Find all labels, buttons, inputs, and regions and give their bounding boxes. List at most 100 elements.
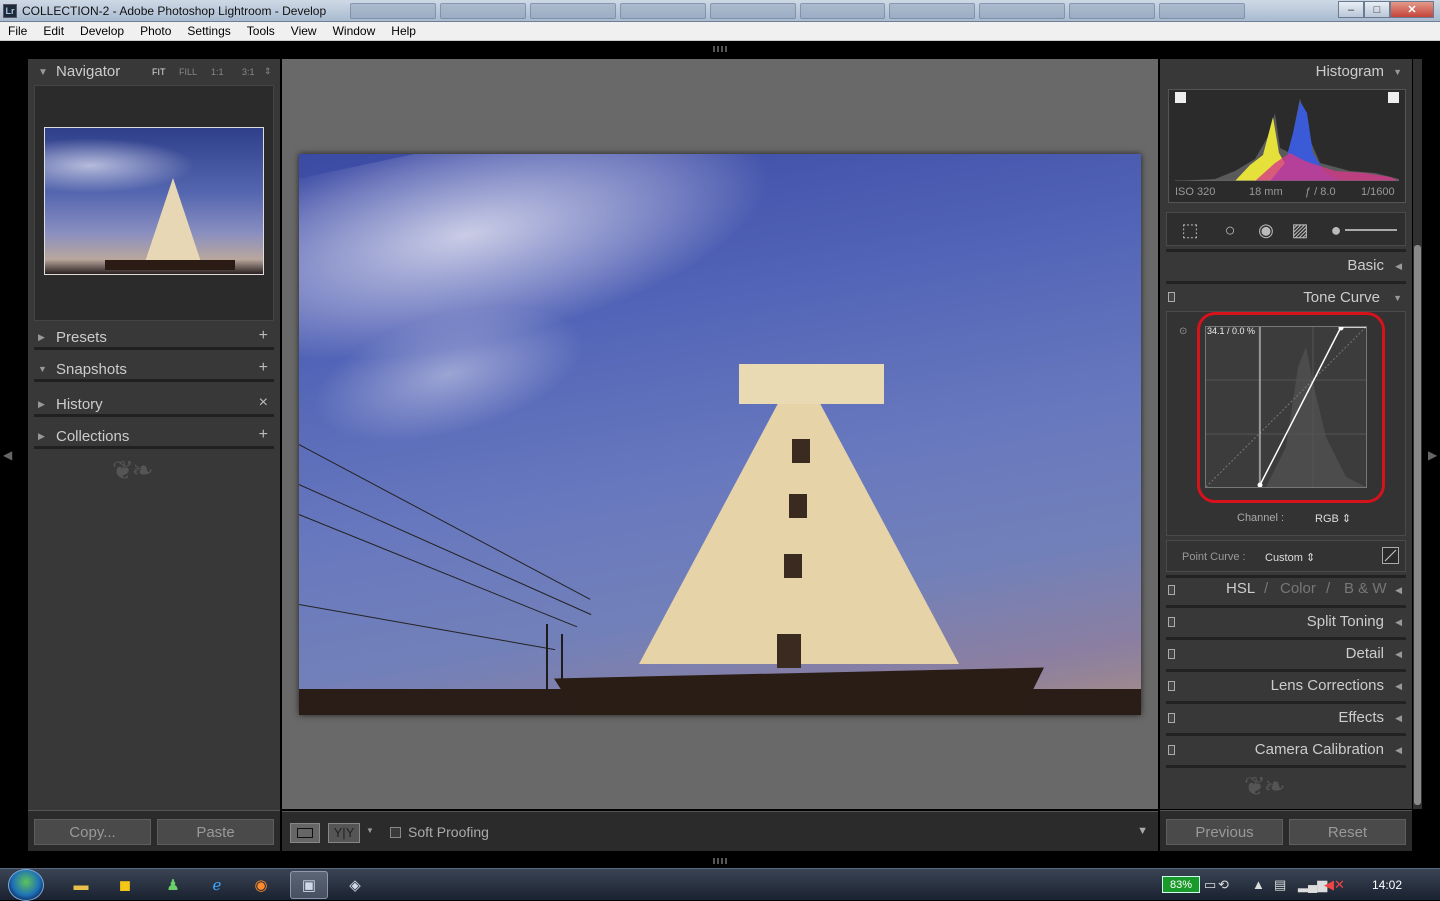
histogram-panel[interactable]: ISO 320 18 mm ƒ / 8.0 1/1600 bbox=[1168, 89, 1406, 203]
zoom-1-1[interactable]: 1:1 bbox=[211, 67, 224, 77]
navigator-preview[interactable] bbox=[34, 85, 274, 321]
zoom-fit[interactable]: FIT bbox=[152, 67, 166, 77]
bottom-panel-grip[interactable] bbox=[713, 858, 727, 864]
collapse-triangle-icon[interactable]: ▼ bbox=[1393, 67, 1402, 77]
lens-corrections-toggle[interactable] bbox=[1168, 681, 1175, 691]
expand-triangle-icon[interactable]: ◀ bbox=[1395, 585, 1402, 596]
media-app-icon[interactable]: ◈ bbox=[336, 871, 374, 899]
menu-photo[interactable]: Photo bbox=[132, 24, 179, 38]
zoom-menu-icon[interactable]: ⇕ bbox=[264, 66, 272, 77]
expand-triangle-icon[interactable]: ◀ bbox=[1395, 681, 1402, 692]
left-panel-toggle-icon[interactable]: ◀ bbox=[3, 448, 12, 462]
tone-curve-toggle[interactable] bbox=[1168, 292, 1175, 302]
detail-toggle[interactable] bbox=[1168, 649, 1175, 659]
volume-muted-icon[interactable]: ◀✕ bbox=[1324, 877, 1345, 893]
detail-section[interactable]: Detail bbox=[1346, 645, 1384, 662]
history-section[interactable]: ▶ History × bbox=[34, 393, 274, 417]
highlight-clipping-icon[interactable] bbox=[1388, 92, 1399, 103]
adjustment-brush-icon[interactable]: ● bbox=[1325, 220, 1347, 240]
firefox-icon[interactable]: ◉ bbox=[242, 871, 280, 899]
presets-section[interactable]: ▶ Presets + bbox=[34, 326, 274, 350]
paste-settings-button[interactable]: Paste bbox=[157, 819, 274, 845]
maximize-button[interactable]: □ bbox=[1364, 1, 1390, 18]
before-after-button[interactable]: Y|Y bbox=[328, 823, 360, 843]
collapse-triangle-icon[interactable]: ▼ bbox=[1393, 293, 1402, 303]
effects-section[interactable]: Effects bbox=[1338, 709, 1384, 726]
expand-triangle-icon[interactable]: ◀ bbox=[1395, 649, 1402, 660]
menu-develop[interactable]: Develop bbox=[72, 24, 132, 38]
soft-proofing-checkbox[interactable] bbox=[390, 827, 401, 838]
explorer-icon[interactable]: ▬ bbox=[62, 871, 100, 899]
brush-slider[interactable] bbox=[1345, 229, 1397, 231]
color-tab[interactable]: Color bbox=[1280, 580, 1316, 597]
graduated-filter-icon[interactable]: ▨ bbox=[1289, 220, 1311, 240]
channel-select[interactable]: RGB ⇕ bbox=[1315, 512, 1351, 525]
device-icon[interactable]: ▤ bbox=[1274, 877, 1286, 893]
edit-point-curve-icon[interactable] bbox=[1382, 547, 1399, 564]
toolbar-options-icon[interactable]: ▼ bbox=[1137, 825, 1148, 837]
copy-settings-button[interactable]: Copy... bbox=[34, 819, 151, 845]
hsl-tab[interactable]: HSL bbox=[1226, 580, 1255, 597]
minimize-button[interactable]: – bbox=[1338, 1, 1364, 18]
split-toning-section[interactable]: Split Toning bbox=[1307, 613, 1384, 630]
menu-help[interactable]: Help bbox=[383, 24, 424, 38]
battery-indicator[interactable]: 83% bbox=[1162, 876, 1200, 893]
tone-curve-title[interactable]: Tone Curve bbox=[1303, 289, 1380, 306]
menu-edit[interactable]: Edit bbox=[35, 24, 72, 38]
red-eye-icon[interactable]: ◉ bbox=[1255, 220, 1277, 240]
people-icon[interactable]: ♟ bbox=[154, 871, 192, 899]
sync-icon[interactable]: ⟲ bbox=[1218, 877, 1229, 893]
menu-file[interactable]: File bbox=[0, 24, 35, 38]
system-clock[interactable]: 14:02 bbox=[1372, 878, 1402, 892]
hsl-toggle[interactable] bbox=[1168, 585, 1175, 595]
previous-button[interactable]: Previous bbox=[1166, 819, 1283, 845]
navigator-thumbnail[interactable] bbox=[44, 127, 264, 275]
collections-section[interactable]: ▶ Collections + bbox=[34, 425, 274, 449]
loupe-view-button[interactable] bbox=[290, 823, 320, 843]
bw-tab[interactable]: B & W bbox=[1344, 580, 1387, 597]
dropdown-arrow-icon[interactable]: ▼ bbox=[366, 826, 374, 835]
lightroom-taskbar-icon[interactable]: ▣ bbox=[290, 871, 328, 899]
main-photo[interactable] bbox=[299, 154, 1141, 715]
spot-removal-icon[interactable]: ○ bbox=[1219, 220, 1241, 240]
add-preset-icon[interactable]: + bbox=[259, 327, 268, 345]
expand-triangle-icon[interactable]: ◀ bbox=[1395, 261, 1402, 272]
top-panel-grip[interactable] bbox=[713, 46, 727, 52]
histogram-title[interactable]: Histogram bbox=[1316, 63, 1384, 80]
start-button[interactable] bbox=[8, 869, 44, 901]
effects-toggle[interactable] bbox=[1168, 713, 1175, 723]
add-collection-icon[interactable]: + bbox=[259, 426, 268, 444]
snapshots-section[interactable]: ▼ Snapshots + bbox=[34, 358, 274, 382]
menu-view[interactable]: View bbox=[283, 24, 325, 38]
expand-triangle-icon[interactable]: ◀ bbox=[1395, 713, 1402, 724]
internet-explorer-icon[interactable]: ℯ bbox=[198, 871, 236, 899]
lens-corrections-section[interactable]: Lens Corrections bbox=[1271, 677, 1384, 694]
shadow-clipping-icon[interactable] bbox=[1175, 92, 1186, 103]
network-signal-icon[interactable]: ▂▄▆ bbox=[1298, 877, 1327, 893]
zoom-3-1[interactable]: 3:1 bbox=[242, 67, 255, 77]
close-button[interactable]: ✕ bbox=[1390, 1, 1434, 18]
add-snapshot-icon[interactable]: + bbox=[259, 359, 268, 377]
expand-triangle-icon[interactable]: ◀ bbox=[1395, 617, 1402, 628]
power-plug-icon[interactable]: ▭ bbox=[1204, 877, 1216, 893]
menu-window[interactable]: Window bbox=[325, 24, 384, 38]
scrollbar-thumb[interactable] bbox=[1414, 245, 1421, 805]
zoom-fill[interactable]: FILL bbox=[179, 67, 197, 77]
navigator-header[interactable]: ▼ Navigator FIT FILL 1:1 3:1 ⇕ bbox=[28, 59, 280, 85]
expand-triangle-icon[interactable]: ◀ bbox=[1395, 745, 1402, 756]
crop-tool-icon[interactable]: ⬚ bbox=[1179, 220, 1201, 240]
clear-history-icon[interactable]: × bbox=[259, 394, 268, 412]
basic-section[interactable]: Basic bbox=[1347, 257, 1384, 274]
split-toning-toggle[interactable] bbox=[1168, 617, 1175, 627]
reset-button[interactable]: Reset bbox=[1289, 819, 1406, 845]
office-icon[interactable]: ◼ bbox=[106, 871, 144, 899]
camera-calibration-section[interactable]: Camera Calibration bbox=[1255, 741, 1384, 758]
photo-canvas[interactable] bbox=[282, 59, 1158, 809]
camera-calibration-toggle[interactable] bbox=[1168, 745, 1175, 755]
right-panel-toggle-icon[interactable]: ▶ bbox=[1428, 448, 1437, 462]
point-curve-select[interactable]: Custom ⇕ bbox=[1265, 551, 1315, 564]
targeted-adjustment-icon[interactable]: ⊙ bbox=[1179, 326, 1187, 337]
show-hidden-icons[interactable]: ▲ bbox=[1252, 877, 1265, 892]
menu-tools[interactable]: Tools bbox=[239, 24, 283, 38]
menu-settings[interactable]: Settings bbox=[179, 24, 238, 38]
